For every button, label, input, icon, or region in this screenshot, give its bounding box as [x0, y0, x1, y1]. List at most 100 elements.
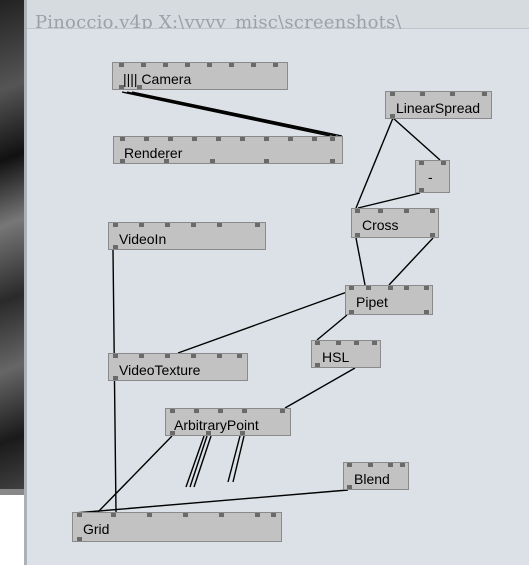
pin[interactable] — [183, 513, 188, 517]
node-label: Grid — [83, 521, 110, 537]
node-blend[interactable]: Blend — [343, 462, 409, 490]
pin[interactable] — [218, 409, 223, 413]
pin[interactable] — [330, 137, 335, 141]
pin[interactable] — [424, 310, 429, 314]
pin[interactable] — [404, 209, 409, 213]
node-label: LinearSpread — [396, 100, 481, 116]
pin[interactable] — [216, 137, 221, 141]
node-linearspread[interactable]: LinearSpread — [385, 91, 492, 119]
pin[interactable] — [111, 513, 116, 517]
pin[interactable] — [191, 223, 196, 227]
pin[interactable] — [354, 341, 359, 345]
pin[interactable] — [163, 63, 168, 67]
pin[interactable] — [349, 310, 354, 314]
pin[interactable] — [419, 188, 424, 192]
pin[interactable] — [255, 223, 260, 227]
node-label: |||| Camera — [123, 71, 192, 87]
pin[interactable] — [315, 341, 320, 345]
pin[interactable] — [388, 463, 393, 467]
pin[interactable] — [273, 63, 278, 67]
pin[interactable] — [419, 161, 424, 165]
pin[interactable] — [390, 92, 395, 96]
pin[interactable] — [482, 92, 487, 96]
node-label: - — [428, 169, 433, 185]
pin[interactable] — [251, 63, 256, 67]
node-minus[interactable]: - — [415, 160, 450, 193]
pin[interactable] — [400, 463, 405, 467]
node-renderer[interactable]: Renderer — [113, 136, 343, 164]
pin[interactable] — [229, 63, 234, 67]
pin[interactable] — [271, 513, 276, 517]
node-label: Pipet — [356, 294, 388, 310]
node-label: Renderer — [124, 145, 183, 161]
node-arbitrarypoint[interactable]: ArbitraryPoint — [165, 408, 291, 436]
pin[interactable] — [312, 137, 317, 141]
pin[interactable] — [168, 137, 173, 141]
pin[interactable] — [113, 354, 118, 358]
pin[interactable] — [191, 354, 196, 358]
pin[interactable] — [315, 363, 320, 367]
pin[interactable] — [77, 513, 82, 517]
pin[interactable] — [355, 209, 360, 213]
node-grid[interactable]: Grid — [72, 512, 282, 542]
pin[interactable] — [264, 137, 269, 141]
pin[interactable] — [192, 137, 197, 141]
pin[interactable] — [237, 354, 242, 358]
pin[interactable] — [280, 409, 285, 413]
pin[interactable] — [330, 159, 335, 163]
pin[interactable] — [378, 209, 383, 213]
pin[interactable] — [430, 233, 435, 237]
pin[interactable] — [288, 137, 293, 141]
pin[interactable] — [255, 513, 260, 517]
pin[interactable] — [347, 485, 352, 489]
pin[interactable] — [217, 354, 222, 358]
pin[interactable] — [165, 223, 170, 227]
pin[interactable] — [404, 286, 409, 290]
pin[interactable] — [430, 209, 435, 213]
pin[interactable] — [120, 137, 125, 141]
pin[interactable] — [113, 376, 118, 380]
pin[interactable] — [424, 286, 429, 290]
pin[interactable] — [210, 159, 215, 163]
pin[interactable] — [165, 354, 170, 358]
pin[interactable] — [144, 137, 149, 141]
node-cross[interactable]: Cross — [351, 208, 439, 238]
node-videoin[interactable]: VideoIn — [108, 222, 266, 250]
pin[interactable] — [170, 409, 175, 413]
node-label: HSL — [322, 349, 350, 365]
pin[interactable] — [119, 63, 124, 67]
pin[interactable] — [217, 223, 222, 227]
pin[interactable] — [368, 463, 373, 467]
node-camera[interactable]: |||| Camera — [112, 62, 288, 90]
node-hsl[interactable]: HSL — [311, 340, 381, 368]
pin[interactable] — [219, 513, 224, 517]
pin[interactable] — [372, 341, 377, 345]
pin[interactable] — [139, 354, 144, 358]
pin[interactable] — [441, 161, 446, 165]
pin[interactable] — [390, 114, 395, 118]
pin[interactable] — [388, 286, 393, 290]
title-bar[interactable]: Pinoccio.v4p X:\vvvv_misc\screenshots\ — [27, 0, 529, 33]
pin[interactable] — [242, 409, 247, 413]
pin[interactable] — [240, 137, 245, 141]
pin[interactable] — [113, 245, 118, 249]
pin[interactable] — [336, 341, 341, 345]
pin[interactable] — [113, 223, 118, 227]
pin[interactable] — [366, 286, 371, 290]
pin[interactable] — [420, 92, 425, 96]
pin[interactable] — [264, 159, 269, 163]
pin[interactable] — [349, 286, 354, 290]
pin[interactable] — [355, 233, 360, 237]
pin[interactable] — [141, 63, 146, 67]
background-photo — [0, 0, 24, 495]
node-pipet[interactable]: Pipet — [345, 285, 433, 315]
node-videotexture[interactable]: VideoTexture — [108, 353, 248, 381]
pin[interactable] — [77, 537, 82, 541]
pin[interactable] — [194, 409, 199, 413]
pin[interactable] — [147, 513, 152, 517]
pin[interactable] — [139, 223, 144, 227]
pin[interactable] — [347, 463, 352, 467]
pin[interactable] — [185, 63, 190, 67]
pin[interactable] — [450, 92, 455, 96]
pin[interactable] — [207, 63, 212, 67]
